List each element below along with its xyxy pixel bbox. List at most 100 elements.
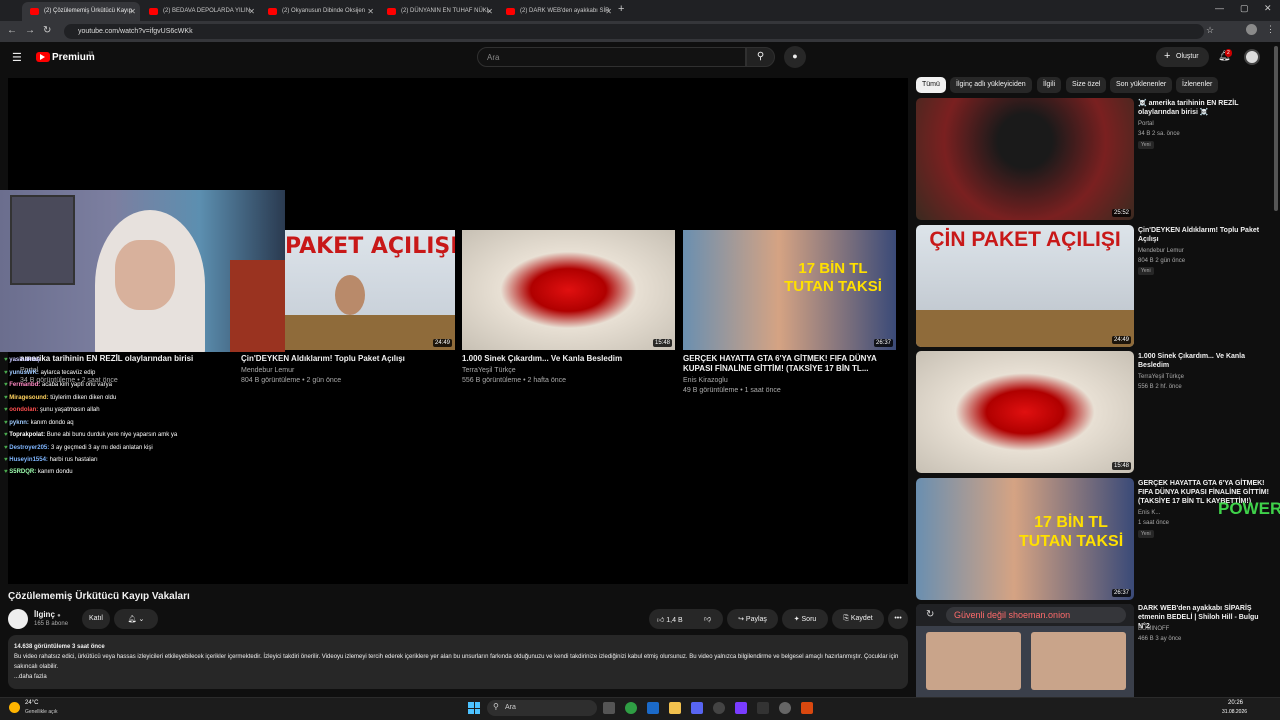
play-icon	[40, 54, 45, 60]
recommendation-thumbnail[interactable]: 25:52	[916, 98, 1134, 220]
search-button[interactable]: ⚲	[746, 47, 775, 67]
new-tab-button[interactable]: +	[618, 3, 624, 15]
recommendation-thumbnail[interactable]: 15:48	[916, 351, 1134, 473]
chip-recent[interactable]: Son yüklenenler	[1110, 77, 1173, 93]
endscreen-title[interactable]: amerika tarihinin EN REZİL olaylarından …	[20, 354, 193, 364]
app-icon[interactable]	[801, 702, 813, 714]
chip-watched[interactable]: İzlenenler	[1176, 77, 1219, 93]
browser-tab[interactable]: (2) DÜNYANIN EN TUHAF NÜKL ✕	[379, 2, 497, 21]
recommendation-meta: 466 B 3 ay önce	[1138, 636, 1182, 642]
chat-user: oondolan:	[9, 407, 39, 413]
weather-icon[interactable]	[9, 702, 20, 713]
star-icon[interactable]: ☆	[1206, 25, 1214, 36]
endscreen-card[interactable]: 17 BİN TL TUTAN TAKSİ 26:37	[683, 230, 896, 350]
endscreen-card[interactable]: 15:48	[462, 230, 675, 350]
share-button[interactable]: ↪ Paylaş	[727, 609, 778, 629]
chat-message: ♥ Miragesound: tüylerim diken diken oldu	[4, 395, 117, 401]
show-more-link[interactable]: ...daha fazla	[14, 672, 902, 682]
voice-search-button[interactable]: ●	[784, 46, 806, 68]
endscreen-channel: TerraYeşil Türkçe	[462, 367, 516, 374]
page-scrollbar[interactable]	[1274, 46, 1278, 211]
chat-user: Toprakpolat:	[9, 432, 46, 438]
endscreen-card[interactable]: PAKET AÇILIŞI 24:49	[285, 230, 455, 350]
hamburger-menu-icon[interactable]: ☰	[12, 51, 22, 64]
close-icon[interactable]: ✕	[129, 7, 136, 16]
account-avatar[interactable]	[1244, 49, 1260, 65]
bell-icon: 🔔︎ ⌄	[127, 616, 145, 623]
close-icon[interactable]: ✕	[605, 7, 612, 16]
verified-icon: ●	[57, 613, 61, 619]
steam-icon[interactable]	[647, 702, 659, 714]
browser-tab[interactable]: (2) Okyanusun Dibinde Oksijen ✕	[260, 2, 378, 21]
app-icon[interactable]	[735, 702, 747, 714]
sparkle-icon: ✦	[793, 616, 800, 623]
recommendation-thumbnail[interactable]: ↻ Güvenli değil shoeman.onion	[916, 604, 1134, 697]
more-actions-button[interactable]: •••	[888, 609, 908, 629]
chip-all[interactable]: Tümü	[916, 77, 946, 93]
recommendation-title[interactable]: ☠️ amerika tarihinin EN REZİL olaylarınd…	[1138, 99, 1272, 117]
reload-icon[interactable]: ↻	[43, 25, 51, 36]
recommendation-thumbnail[interactable]: 17 BİN TL TUTAN TAKSİ 26:37	[916, 478, 1134, 600]
maximize-button[interactable]: ▢	[1240, 3, 1249, 14]
browser-tab[interactable]: (2) DARK WEB'den ayakkabı SİP ✕	[498, 2, 616, 21]
minimize-button[interactable]: —	[1215, 3, 1224, 13]
chat-message: ♥ S5RDQR: kanım dondu	[4, 469, 73, 475]
chip-for-you[interactable]: Size özel	[1066, 77, 1107, 93]
subscribed-button[interactable]: 🔔︎ ⌄	[114, 609, 158, 629]
search-icon: ⚲	[756, 51, 765, 62]
reload-icon: ↻	[926, 609, 935, 620]
close-icon[interactable]: ✕	[367, 7, 374, 16]
discord-icon[interactable]	[691, 702, 703, 714]
chip-from-uploader[interactable]: İlginç adlı yükleyiciden	[950, 77, 1032, 93]
obs-icon[interactable]	[713, 702, 725, 714]
browser-tab[interactable]: (2) BEDAVA DEPOLARDA YILIN ✕	[141, 2, 259, 21]
new-badge: Yeni	[1138, 530, 1154, 538]
close-icon[interactable]: ✕	[248, 7, 255, 16]
task-view-icon[interactable]	[603, 702, 615, 714]
chat-user: Huseyin1554:	[9, 457, 48, 463]
chat-user: Fermanbd:	[9, 382, 41, 388]
recommendation-thumbnail[interactable]: ÇİN PAKET AÇILIŞI 24:49	[916, 225, 1134, 347]
app-icon[interactable]	[757, 702, 769, 714]
description-stats: 14.638 görüntüleme 3 saat önce	[14, 644, 105, 650]
endscreen-meta: 49 B görüntüleme • 1 saat önce	[683, 387, 781, 394]
file-explorer-icon[interactable]	[669, 702, 681, 714]
chip-related[interactable]: İlgili	[1037, 77, 1062, 93]
search-input[interactable]: Ara	[477, 47, 746, 67]
save-label: Kaydet	[850, 615, 873, 622]
save-button[interactable]: ⎘ Kaydet	[832, 609, 884, 629]
youtube-favicon-icon	[506, 8, 515, 15]
chat-text: acaba kim yaptı onu varya	[41, 382, 112, 388]
recommendation-title[interactable]: 1.000 Sinek Çıkardım... Ve Kanla Besledi…	[1138, 352, 1272, 370]
endscreen-title[interactable]: GERÇEK HAYATTA GTA 6'YA GİTMEK! FIFA DÜN…	[683, 354, 893, 374]
profile-avatar-icon[interactable]	[1246, 24, 1257, 35]
windows-start-icon[interactable]	[468, 702, 480, 714]
thumbs-down-icon[interactable]: 👎︎	[704, 614, 711, 623]
chrome-icon[interactable]	[625, 702, 637, 714]
join-button[interactable]: Katıl	[82, 609, 110, 629]
description-text: Bu video rahatsız edici, ürkütücü veya h…	[14, 654, 899, 670]
close-icon[interactable]: ✕	[486, 7, 493, 16]
taskbar-search[interactable]: ⚲ Ara	[487, 700, 597, 716]
chat-message: ♥ Fermanbd: acaba kim yaptı onu varya	[4, 382, 112, 388]
channel-name[interactable]: İlginç ●	[34, 610, 61, 619]
browser-tab[interactable]: (2) Çözülememiş Ürkütücü Kayıp ✕	[22, 2, 140, 21]
browser-menu-icon[interactable]: ⋮	[1266, 24, 1275, 35]
duration-badge: 15:48	[1111, 462, 1131, 470]
address-bar[interactable]: youtube.com/watch?v=ifgvUS6cWKk	[64, 24, 1204, 39]
chat-text: kanım dondu	[37, 469, 73, 475]
channel-avatar[interactable]	[8, 609, 28, 629]
back-icon[interactable]: ←	[7, 25, 17, 36]
endscreen-title[interactable]: Çin'DEYKEN Aldıklarım! Toplu Paket Açılı…	[241, 354, 451, 364]
endscreen-title[interactable]: 1.000 Sinek Çıkardım... Ve Kanla Besledi…	[462, 354, 672, 364]
window-close-button[interactable]: ✕	[1264, 3, 1272, 14]
recommendation-meta: 804 B 2 gün önce	[1138, 258, 1186, 264]
forward-icon[interactable]: →	[25, 25, 35, 36]
like-button[interactable]: 👍︎ 1,4 B 👎︎	[649, 609, 723, 629]
chat-message: ♥ Toprakpolat: Bune abi bunu durduk yere…	[4, 432, 178, 438]
recommendation-title[interactable]: Çin'DEYKEN Aldıklarım! Toplu Paket Açılı…	[1138, 226, 1272, 244]
settings-icon[interactable]	[779, 702, 791, 714]
ask-button[interactable]: ✦ Soru	[782, 609, 828, 629]
description-box[interactable]: 14.638 görüntüleme 3 saat önce Bu video …	[8, 635, 908, 689]
create-button[interactable]: + Oluştur	[1156, 47, 1209, 67]
